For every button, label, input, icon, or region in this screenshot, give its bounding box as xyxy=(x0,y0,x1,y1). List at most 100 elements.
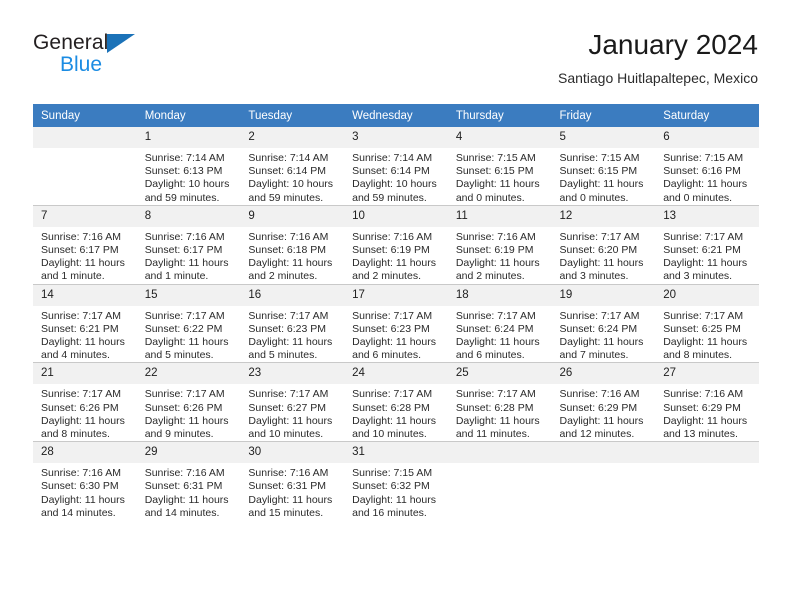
calendar-day-cell[interactable]: 9 Sunrise: 7:16 AM Sunset: 6:18 PM Daylight… xyxy=(240,204,345,285)
daylight-text: Daylight: 11 hours and 2 minutes. xyxy=(352,257,436,283)
sunrise-text: Sunrise: 7:17 AM xyxy=(663,309,744,322)
daylight-text: Daylight: 11 hours and 1 minute. xyxy=(144,257,229,283)
calendar-day-cell[interactable]: 3 Sunrise: 7:14 AM Sunset: 6:14 PM Daylight… xyxy=(344,127,448,205)
calendar-day-cell[interactable]: 24 Sunrise: 7:17 AM Sunset: 6:28 PM Dayligh… xyxy=(344,362,448,442)
daylight-text: Daylight: 11 hours and 2 minutes. xyxy=(248,257,333,283)
generalblue-logo[interactable]: General Blue xyxy=(33,31,183,81)
day-sun-info: Sunrise: 7:16 AM Sunset: 6:29 PM Daylight:… xyxy=(552,384,656,441)
weekday-header-wednesday: Wednesday xyxy=(344,104,448,127)
day-sun-info: Sunrise: 7:14 AM Sunset: 6:14 PM Daylight:… xyxy=(240,148,344,205)
daylight-text: Daylight: 11 hours and 5 minutes. xyxy=(144,336,229,362)
sunset-text: Sunset: 6:26 PM xyxy=(41,401,119,414)
sunrise-text: Sunrise: 7:16 AM xyxy=(144,230,225,243)
daylight-text: Daylight: 10 hours and 59 minutes. xyxy=(248,178,334,204)
calendar-day-cell[interactable]: 13 Sunrise: 7:17 AM Sunset: 6:21 PM Dayligh… xyxy=(655,204,759,285)
day-number: 26 xyxy=(551,363,656,385)
sunrise-text: Sunrise: 7:16 AM xyxy=(559,388,640,401)
day-sun-info: Sunrise: 7:17 AM Sunset: 6:20 PM Daylight:… xyxy=(552,227,656,284)
calendar-day-cell[interactable]: 21 Sunrise: 7:17 AM Sunset: 6:26 PM Dayligh… xyxy=(33,362,137,442)
calendar-header-row: Sunday Monday Tuesday Wednesday Thursday… xyxy=(33,104,759,127)
day-number: 1 xyxy=(136,127,241,148)
calendar-day-cell[interactable]: 2 Sunrise: 7:14 AM Sunset: 6:14 PM Daylight… xyxy=(240,127,345,205)
calendar-day-cell[interactable]: 17 Sunrise: 7:17 AM Sunset: 6:23 PM Dayligh… xyxy=(344,283,448,363)
sunset-text: Sunset: 6:26 PM xyxy=(144,401,223,414)
calendar-day-cell[interactable]: 29 Sunrise: 7:16 AM Sunset: 6:31 PM Dayligh… xyxy=(136,441,241,521)
day-number: 7 xyxy=(33,205,137,227)
day-sun-info: Sunrise: 7:17 AM Sunset: 6:28 PM Daylight:… xyxy=(448,384,552,441)
sunrise-text: Sunrise: 7:17 AM xyxy=(41,388,121,401)
daylight-text: Daylight: 11 hours and 0 minutes. xyxy=(559,178,644,204)
weekday-header-friday: Friday xyxy=(551,104,656,127)
calendar-day-cell[interactable]: 23 Sunrise: 7:17 AM Sunset: 6:27 PM Dayligh… xyxy=(240,362,345,442)
calendar-week-row: 1 Sunrise: 7:14 AM Sunset: 6:13 PM Daylight… xyxy=(33,127,759,205)
calendar-day-cell[interactable]: 31 Sunrise: 7:15 AM Sunset: 6:32 PM Dayligh… xyxy=(344,441,448,521)
calendar-day-cell[interactable]: 14 Sunrise: 7:17 AM Sunset: 6:21 PM Dayligh… xyxy=(33,283,137,363)
calendar-day-cell[interactable]: 28 Sunrise: 7:16 AM Sunset: 6:30 PM Dayligh… xyxy=(33,441,137,521)
calendar-day-cell[interactable]: 6 Sunrise: 7:15 AM Sunset: 6:16 PM Daylight… xyxy=(655,127,759,205)
calendar-day-cell[interactable]: 8 Sunrise: 7:16 AM Sunset: 6:17 PM Daylight… xyxy=(136,204,241,285)
daylight-text: Daylight: 11 hours and 5 minutes. xyxy=(248,336,333,362)
sunrise-text: Sunrise: 7:16 AM xyxy=(248,467,329,480)
day-number: 2 xyxy=(240,127,345,148)
page-title: January 2024 xyxy=(588,29,758,60)
day-sun-info: Sunrise: 7:16 AM Sunset: 6:30 PM Daylight:… xyxy=(33,463,137,520)
calendar-day-cell[interactable]: 15 Sunrise: 7:17 AM Sunset: 6:22 PM Dayligh… xyxy=(136,283,241,363)
calendar-day-cell[interactable]: 4 Sunrise: 7:15 AM Sunset: 6:15 PM Daylight… xyxy=(447,127,552,205)
calendar-day-cell[interactable]: 26 Sunrise: 7:16 AM Sunset: 6:29 PM Dayligh… xyxy=(551,362,656,442)
sunrise-text: Sunrise: 7:16 AM xyxy=(144,467,225,480)
calendar-day-cell[interactable]: 1 Sunrise: 7:14 AM Sunset: 6:13 PM Daylight… xyxy=(136,127,241,205)
calendar-day-cell[interactable]: 18 Sunrise: 7:17 AM Sunset: 6:24 PM Dayligh… xyxy=(447,283,552,363)
calendar-day-cell[interactable]: 12 Sunrise: 7:17 AM Sunset: 6:20 PM Dayligh… xyxy=(551,204,656,285)
daylight-text: Daylight: 11 hours and 13 minutes. xyxy=(663,414,748,441)
sunset-text: Sunset: 6:18 PM xyxy=(248,244,327,257)
daylight-text: Daylight: 11 hours and 15 minutes. xyxy=(248,493,333,519)
sunset-text: Sunset: 6:29 PM xyxy=(663,401,741,414)
calendar-day-cell[interactable]: 16 Sunrise: 7:17 AM Sunset: 6:23 PM Dayligh… xyxy=(240,283,345,363)
calendar-day-cell[interactable]: 30 Sunrise: 7:16 AM Sunset: 6:31 PM Dayligh… xyxy=(240,441,345,521)
sunset-text: Sunset: 6:14 PM xyxy=(352,165,430,178)
sunset-text: Sunset: 6:15 PM xyxy=(455,165,534,178)
sunrise-text: Sunrise: 7:15 AM xyxy=(663,152,744,164)
day-number: 17 xyxy=(344,284,448,306)
calendar-day-cell[interactable]: 5 Sunrise: 7:15 AM Sunset: 6:15 PM Daylight… xyxy=(551,127,656,205)
sunset-text: Sunset: 6:24 PM xyxy=(455,322,534,335)
calendar-day-cell[interactable]: 25 Sunrise: 7:17 AM Sunset: 6:28 PM Dayligh… xyxy=(447,362,552,442)
day-number: 19 xyxy=(551,284,656,306)
calendar-day-cell[interactable]: 11 Sunrise: 7:16 AM Sunset: 6:19 PM Dayligh… xyxy=(447,204,552,285)
day-sun-info: Sunrise: 7:14 AM Sunset: 6:13 PM Daylight:… xyxy=(137,148,241,205)
calendar-day-cell[interactable]: 27 Sunrise: 7:16 AM Sunset: 6:29 PM Dayligh… xyxy=(655,362,759,442)
calendar-day-cell[interactable]: 19 Sunrise: 7:17 AM Sunset: 6:24 PM Dayligh… xyxy=(551,283,656,363)
day-number: 21 xyxy=(33,363,137,385)
logo-text-blue: Blue xyxy=(60,53,103,76)
sunrise-text: Sunrise: 7:16 AM xyxy=(663,388,744,401)
calendar-table: Sunday Monday Tuesday Wednesday Thursday… xyxy=(33,104,759,521)
day-number: 30 xyxy=(240,442,345,464)
weekday-header-saturday: Saturday xyxy=(655,104,759,127)
sunrise-text: Sunrise: 7:15 AM xyxy=(559,152,640,164)
weekday-header-monday: Monday xyxy=(136,104,241,127)
sunset-text: Sunset: 6:23 PM xyxy=(248,322,327,335)
page-subtitle-location: Santiago Huitlapaltepec, Mexico xyxy=(557,70,758,86)
day-number: 18 xyxy=(447,284,552,306)
sunrise-text: Sunrise: 7:17 AM xyxy=(41,309,121,322)
day-number: 28 xyxy=(33,442,137,464)
sunset-text: Sunset: 6:31 PM xyxy=(144,480,223,493)
sunrise-text: Sunrise: 7:17 AM xyxy=(352,309,433,322)
sunrise-text: Sunrise: 7:17 AM xyxy=(663,230,744,243)
day-sun-info: Sunrise: 7:17 AM Sunset: 6:22 PM Daylight:… xyxy=(137,306,241,363)
sunset-text: Sunset: 6:13 PM xyxy=(144,165,223,178)
calendar-day-cell[interactable]: 7 Sunrise: 7:16 AM Sunset: 6:17 PM Daylight… xyxy=(33,204,137,285)
calendar-day-cell[interactable]: 20 Sunrise: 7:17 AM Sunset: 6:25 PM Dayligh… xyxy=(655,283,759,363)
calendar-week-row: 14 Sunrise: 7:17 AM Sunset: 6:21 PM Dayligh… xyxy=(33,283,759,363)
day-number: 14 xyxy=(33,284,137,306)
calendar-day-cell[interactable]: 10 Sunrise: 7:16 AM Sunset: 6:19 PM Dayligh… xyxy=(344,204,448,285)
sunset-text: Sunset: 6:27 PM xyxy=(248,401,327,414)
sunrise-text: Sunrise: 7:17 AM xyxy=(248,388,329,401)
sunrise-text: Sunrise: 7:14 AM xyxy=(248,152,329,164)
day-number: 16 xyxy=(240,284,345,306)
day-number: 5 xyxy=(551,127,656,148)
calendar-day-cell[interactable]: 22 Sunrise: 7:17 AM Sunset: 6:26 PM Dayligh… xyxy=(136,362,241,442)
sunset-text: Sunset: 6:16 PM xyxy=(663,165,741,178)
day-number: 22 xyxy=(136,363,241,385)
sunrise-text: Sunrise: 7:16 AM xyxy=(352,230,433,243)
